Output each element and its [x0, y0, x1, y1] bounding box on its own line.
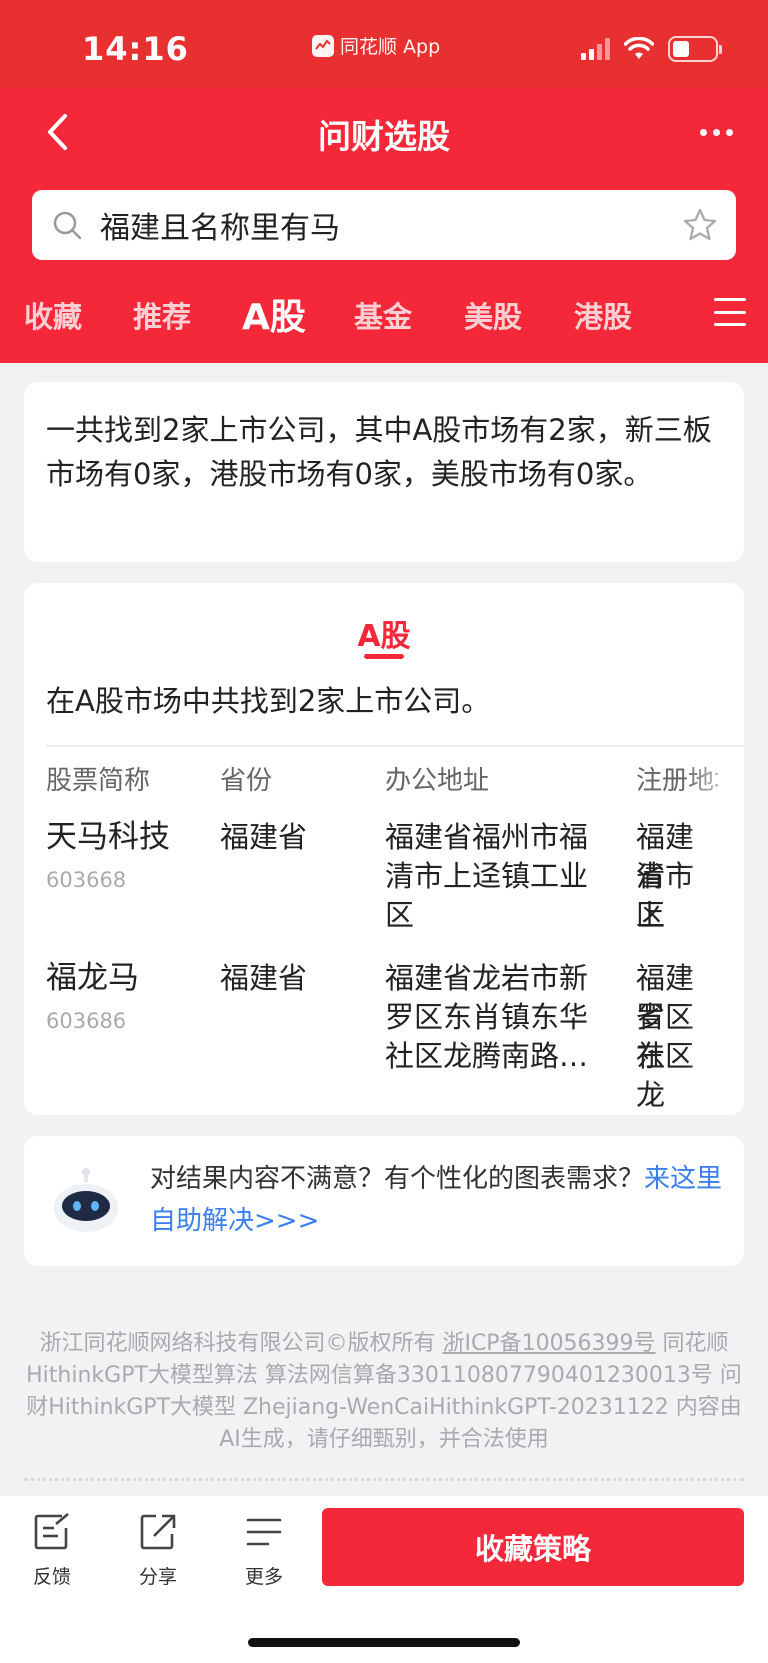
robot-assistant-icon [54, 1168, 118, 1232]
summary-card: 一共找到2家上市公司，其中A股市场有2家，新三板市场有0家，港股市场有0家，美股… [24, 382, 744, 562]
status-bar: 14:16 同花顺 App [0, 0, 768, 88]
footer-disclaimer: 浙江同花顺网络科技有限公司©版权所有 浙ICP备10056399号 同花顺Hit… [24, 1328, 744, 1456]
dotted-divider [24, 1478, 744, 1481]
page-title: 问财选股 [318, 117, 450, 156]
wifi-icon [624, 37, 654, 59]
share-label: 分享 [138, 1566, 177, 1588]
help-prompt: 对结果内容不满意？有个性化的图表需求？ [150, 1164, 645, 1194]
footer-copyright: 浙江同花顺网络科技有限公司©版权所有 [39, 1331, 443, 1356]
summary-text: 一共找到2家上市公司，其中A股市场有2家，新三板市场有0家，港股市场有0家，美股… [46, 413, 712, 491]
column-header-office-address[interactable]: 办公地址 [385, 760, 489, 797]
tab-funds[interactable]: 基金 [354, 294, 412, 336]
row-1-office-line-3: 区 [385, 898, 415, 932]
tab-hk-stocks[interactable]: 港股 [574, 294, 632, 336]
row-2-stock-name[interactable]: 福龙马 [46, 959, 139, 998]
battery-icon [668, 36, 722, 62]
help-card[interactable]: 对结果内容不满意？有个性化的图表需求？来这里自助解决>>> [24, 1136, 744, 1266]
more-options-button[interactable] [694, 116, 738, 148]
more-label: 更多 [244, 1566, 283, 1588]
save-strategy-button[interactable]: 收藏策略 [322, 1508, 744, 1586]
row-1-province: 福建省 [220, 820, 308, 854]
results-count: 在A股市场中共找到2家上市公司。 [46, 684, 491, 718]
share-button[interactable]: 分享 [118, 1512, 198, 1589]
results-card: A股 在A股市场中共找到2家上市公司。 股票简称 省份 办公地址 天马科技 60… [24, 583, 744, 1115]
feedback-icon [34, 1513, 69, 1550]
app-logo-icon [312, 34, 334, 57]
more-button[interactable]: 更多 [224, 1512, 304, 1589]
tab-us-stocks[interactable]: 美股 [464, 294, 522, 336]
feedback-label: 反馈 [32, 1566, 71, 1588]
tab-a-shares[interactable]: A股 [242, 288, 306, 340]
tab-recommended[interactable]: 推荐 [133, 294, 191, 336]
search-query[interactable]: 福建且名称里有马 [100, 203, 682, 247]
cellular-signal-icon [581, 38, 610, 60]
share-icon [140, 1514, 176, 1550]
help-text: 对结果内容不满意？有个性化的图表需求？来这里自助解决>>> [150, 1158, 730, 1242]
feedback-button[interactable]: 反馈 [12, 1512, 92, 1589]
list-icon [246, 1518, 282, 1546]
row-2-stock-code: 603686 [46, 1009, 127, 1033]
row-2-office-line-1: 福建省龙岩市新 [385, 961, 589, 995]
row-2-office-line-2: 罗区东肖镇东华 [385, 1000, 589, 1034]
menu-icon[interactable] [714, 298, 746, 326]
row-1-office-line-1: 福建省福州市福 [385, 820, 589, 854]
status-icons [581, 36, 722, 62]
column-header-province[interactable]: 省份 [220, 760, 272, 797]
row-1-stock-name[interactable]: 天马科技 [46, 818, 170, 857]
row-2-province: 福建省 [220, 961, 308, 995]
star-icon[interactable] [682, 207, 718, 243]
footer-icp-link[interactable]: 浙ICP备10056399号 [442, 1331, 655, 1356]
divider [46, 745, 744, 747]
bottom-toolbar: 反馈 分享 更多 收藏策略 [0, 1496, 768, 1663]
search-icon [53, 211, 82, 240]
header: 问财选股 福建且名称里有马 收藏 推荐 A股 基金 美股 港股 [0, 88, 768, 363]
tab-favorites[interactable]: 收藏 [24, 294, 82, 336]
tabs-fade [670, 284, 710, 344]
market-tabs: 收藏 推荐 A股 基金 美股 港股 [0, 284, 768, 344]
market-tab-underline [364, 654, 404, 659]
row-2-office-line-3: 社区龙腾南路… [385, 1039, 589, 1073]
row-1-office-line-2: 清市上迳镇工业 [385, 859, 589, 893]
row-1-stock-code: 603668 [46, 868, 127, 892]
row-1-reg-line-3: 区 [636, 898, 666, 932]
table-scroll-fade [684, 753, 744, 1113]
status-app-label: 同花顺 App [340, 36, 441, 58]
market-section-tab[interactable]: A股 [24, 611, 744, 655]
home-indicator[interactable] [248, 1638, 520, 1647]
status-app-indicator[interactable]: 同花顺 App [312, 32, 440, 59]
search-input[interactable]: 福建且名称里有马 [32, 190, 736, 260]
column-header-name[interactable]: 股票简称 [46, 760, 150, 797]
status-time: 14:16 [82, 30, 189, 68]
